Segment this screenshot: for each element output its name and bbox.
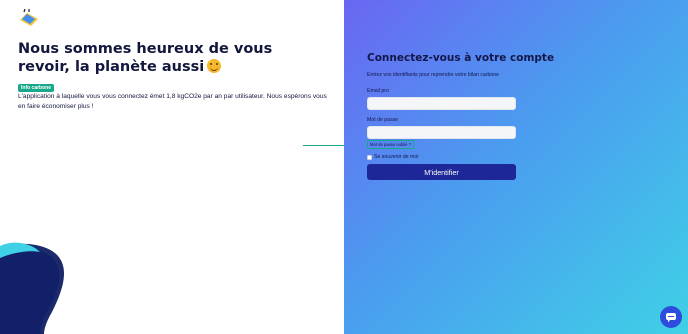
decorative-blob	[0, 242, 65, 334]
login-title: Connectez-vous à votre compte	[367, 52, 555, 64]
login-subtitle: Entrez vos identifiants pour reprendre v…	[367, 72, 500, 78]
forgot-password-link[interactable]: Mot de passe oublié ?	[367, 140, 414, 149]
email-field[interactable]	[367, 97, 516, 110]
welcome-panel: Nous sommes heureux de vous revoir, la p…	[0, 0, 344, 334]
login-panel: Connectez-vous à votre compte Entrez vos…	[344, 0, 688, 334]
chat-bubble-icon	[666, 312, 676, 322]
hugging-face-emoji-icon	[207, 59, 222, 73]
remember-me-label: Se souvenir de moi	[374, 154, 419, 160]
login-submit-button[interactable]: M'identifier	[367, 164, 516, 180]
annotation-arrow-line	[303, 145, 344, 146]
remember-me-checkbox[interactable]	[367, 154, 372, 160]
email-label: Email pro	[367, 88, 389, 94]
password-field[interactable]	[367, 126, 516, 139]
chat-launcher-button[interactable]	[660, 306, 682, 328]
password-label: Mot de passe	[367, 117, 399, 123]
remember-me-checkbox-row[interactable]: Se souvenir de moi	[367, 154, 418, 160]
